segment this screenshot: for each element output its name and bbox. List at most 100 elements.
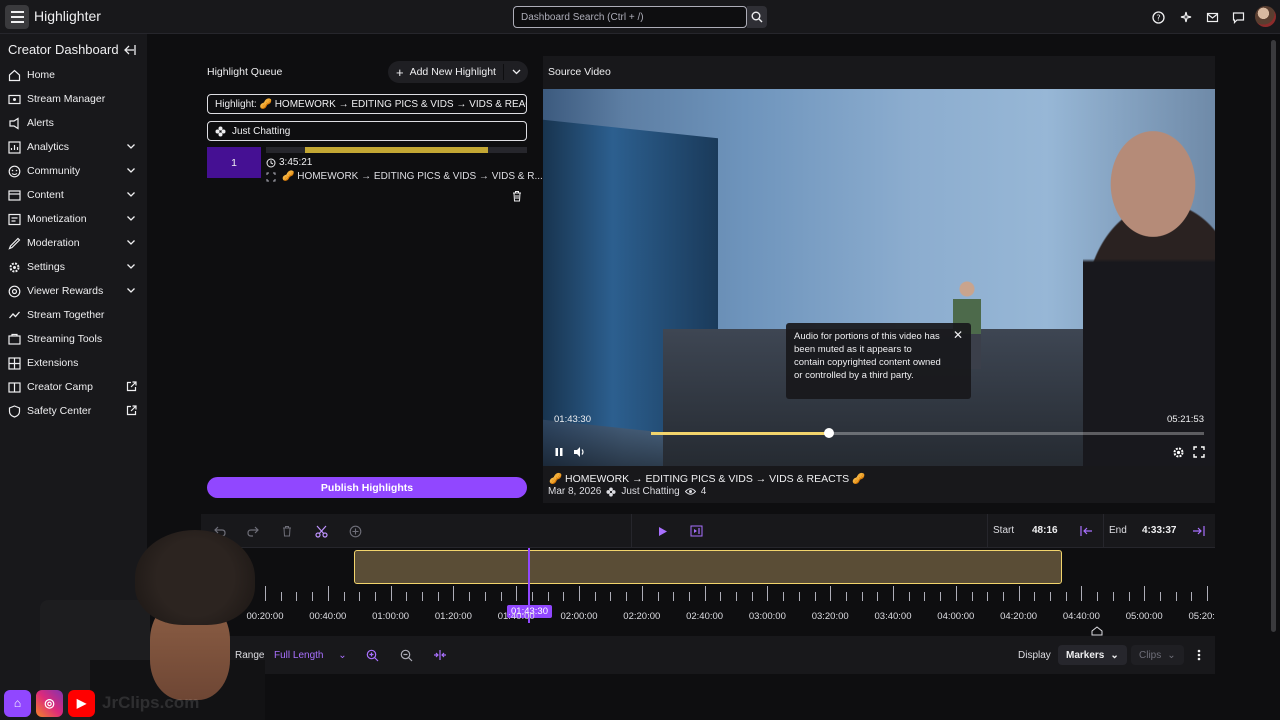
- pause-icon[interactable]: [552, 445, 566, 459]
- search-icon: [751, 11, 763, 23]
- sidebar-item-creator-camp[interactable]: Creator Camp: [0, 375, 147, 399]
- fullscreen-icon[interactable]: [1192, 445, 1206, 459]
- markers-dropdown[interactable]: Markers ⌄: [1058, 645, 1127, 665]
- video-seek-handle[interactable]: [824, 428, 835, 438]
- marker-icon[interactable]: [1091, 626, 1103, 636]
- start-value[interactable]: 48:16: [1032, 525, 1058, 536]
- publish-highlights-button[interactable]: Publish Highlights: [207, 477, 527, 498]
- queue-item-duration: 3:45:21: [266, 157, 312, 168]
- timeline-tick: [563, 592, 565, 601]
- timeline-tick: [296, 592, 298, 601]
- whispers-icon[interactable]: [1230, 9, 1246, 25]
- trash-icon[interactable]: [511, 190, 523, 202]
- sidebar-item-settings[interactable]: Settings: [0, 255, 147, 279]
- sidebar-item-streaming-tools[interactable]: Streaming Tools: [0, 327, 147, 351]
- chevron-down-icon[interactable]: [512, 67, 521, 76]
- avatar[interactable]: [1255, 6, 1276, 27]
- magic-icon[interactable]: [1177, 9, 1193, 25]
- highlight-title-field[interactable]: Highlight: 🥜 HOMEWORK → EDITING PICS & V…: [207, 94, 527, 114]
- delete-icon[interactable]: [279, 523, 295, 539]
- youtube-icon: ▶: [68, 689, 95, 717]
- timeline-tick: [1097, 592, 1099, 601]
- play-icon[interactable]: [654, 523, 670, 539]
- page-scrollbar[interactable]: [1271, 40, 1276, 632]
- watermark-handle: JrClips.com: [102, 693, 200, 712]
- timeline-tick: [1128, 592, 1130, 601]
- clips-dropdown[interactable]: Clips ⌄: [1131, 645, 1184, 665]
- timeline-tick: [1112, 592, 1114, 601]
- jump-to-end-icon[interactable]: [688, 523, 704, 539]
- sidebar-item-moderation[interactable]: Moderation: [0, 231, 147, 255]
- range-dropdown[interactable]: Full Length ⌄: [274, 650, 347, 661]
- fit-timeline-icon[interactable]: [432, 647, 448, 663]
- add-marker-icon[interactable]: [347, 523, 363, 539]
- volume-icon[interactable]: [572, 445, 586, 459]
- zoom-in-icon[interactable]: [364, 647, 380, 663]
- inbox-icon[interactable]: [1204, 9, 1220, 25]
- chevron-down-icon: ⌄: [1167, 649, 1176, 661]
- sidebar-item-safety-center[interactable]: Safety Center: [0, 399, 147, 423]
- help-icon[interactable]: ?: [1150, 9, 1166, 25]
- timeline-tick-label: 04:20:00: [1000, 611, 1038, 622]
- timeline-tick: [720, 592, 722, 601]
- sidebar-item-label: Community: [27, 165, 81, 177]
- timeline-tick: [814, 592, 816, 601]
- timeline-tick: [484, 592, 486, 601]
- queue-item-number[interactable]: 1: [207, 147, 261, 178]
- sidebar-item-extensions[interactable]: Extensions: [0, 351, 147, 375]
- set-start-icon[interactable]: [1078, 523, 1094, 539]
- highlight-clip-range[interactable]: [354, 550, 1062, 584]
- add-new-highlight-button[interactable]: + Add New Highlight: [388, 61, 528, 83]
- end-value[interactable]: 4:33:37: [1142, 525, 1176, 536]
- video-seek-bar[interactable]: [651, 428, 1204, 438]
- timeline-tick: [924, 592, 926, 601]
- highlight-queue-title: Highlight Queue: [207, 66, 283, 78]
- timeline-tick-label: 03:00:00: [748, 611, 786, 622]
- clips-label: Clips: [1139, 649, 1162, 661]
- zoom-out-icon[interactable]: [398, 647, 414, 663]
- set-end-icon[interactable]: [1190, 523, 1206, 539]
- scissors-icon[interactable]: [313, 523, 329, 539]
- sidebar-item-label: Content: [27, 189, 64, 201]
- timeline-tick: [626, 592, 628, 601]
- extensions-icon: [8, 356, 21, 370]
- timeline-tick-label: 01:40:00: [497, 611, 535, 622]
- timeline-tick: [657, 592, 659, 601]
- video-player[interactable]: Audio for portions of this video has bee…: [543, 89, 1215, 466]
- chevron-down-icon: [126, 237, 136, 247]
- timeline-tick: [798, 592, 800, 601]
- timeline-tick: [893, 586, 894, 601]
- sidebar-item-stream-manager[interactable]: Stream Manager: [0, 87, 147, 111]
- sidebar-item-stream-together[interactable]: Stream Together: [0, 303, 147, 327]
- timeline-tick-label: 04:00:00: [937, 611, 975, 622]
- timeline-tick: [500, 592, 502, 601]
- menu-icon[interactable]: [5, 5, 29, 29]
- timeline-footer: Range Full Length ⌄ Display Markers ⌄ Cl…: [201, 640, 1215, 670]
- close-icon[interactable]: ✕: [953, 329, 963, 342]
- timeline-tick-label: 03:20:00: [811, 611, 849, 622]
- timeline-track[interactable]: 01:43:30 00:20:00 00:40:00 01:00:00 01:20:0…: [201, 548, 1215, 636]
- sidebar-item-home[interactable]: Home: [0, 63, 147, 87]
- stream-category[interactable]: Just Chatting: [621, 486, 679, 497]
- gear-icon[interactable]: [1171, 445, 1185, 459]
- timeline-tick: [327, 586, 329, 601]
- timeline-tick-label: 01:20:00: [434, 611, 472, 622]
- sidebar-item-alerts[interactable]: Alerts: [0, 111, 147, 135]
- timeline-tick-label: 02:00:00: [560, 611, 598, 622]
- category-field[interactable]: Just Chatting: [207, 121, 527, 141]
- sidebar-item-viewer-rewards[interactable]: Viewer Rewards: [0, 279, 147, 303]
- more-options-icon[interactable]: [1191, 647, 1207, 663]
- search-button[interactable]: [747, 6, 767, 28]
- collapse-sidebar-icon[interactable]: [123, 43, 137, 57]
- sidebar-item-community[interactable]: Community: [0, 159, 147, 183]
- social-links: ⌂ ◎ ▶: [4, 689, 95, 717]
- queue-item-title[interactable]: 🥜 HOMEWORK → EDITING PICS & VIDS → VIDS …: [266, 171, 543, 182]
- timeline-tick: [280, 592, 282, 601]
- timeline-tick: [390, 586, 392, 601]
- sidebar-item-monetization[interactable]: Monetization: [0, 207, 147, 231]
- range-value: Full Length: [274, 650, 324, 661]
- stream-manager-icon: [8, 93, 21, 106]
- search-input[interactable]: Dashboard Search (Ctrl + /): [513, 6, 747, 28]
- sidebar-item-analytics[interactable]: Analytics: [0, 135, 147, 159]
- sidebar-item-content[interactable]: Content: [0, 183, 147, 207]
